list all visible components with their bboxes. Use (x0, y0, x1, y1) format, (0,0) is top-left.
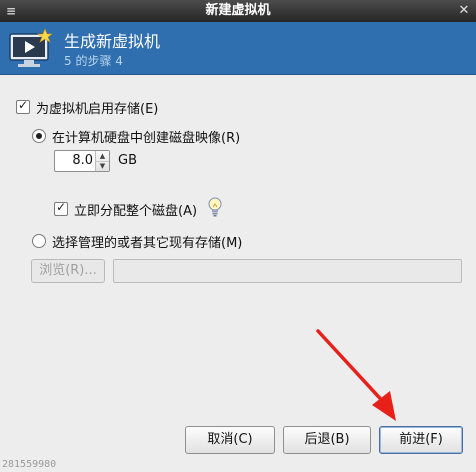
forward-button[interactable]: 前进(F) (379, 426, 463, 454)
wizard-header: 生成新虚拟机 5 的步骤 4 (0, 22, 476, 75)
wizard-step: 5 的步骤 4 (64, 54, 123, 68)
wizard-title: 生成新虚拟机 (64, 32, 161, 51)
create-disk-label: 在计算机硬盘中创建磁盘映像(R) (52, 131, 241, 146)
storage-path-input[interactable] (113, 259, 462, 283)
disk-size-value: 8.0 (72, 153, 93, 168)
close-icon[interactable]: ✕ (456, 3, 472, 19)
window-menu-icon[interactable]: ≡ (4, 4, 18, 18)
watermark: 281559980 (2, 459, 57, 470)
new-vm-dialog: ≡ 新建虚拟机 ✕ 生成新虚拟机 5 的步骤 4 为虚拟机启用存储(E) 在计算… (0, 0, 476, 472)
monitor-play-icon (9, 28, 52, 67)
create-disk-radio[interactable] (32, 129, 46, 143)
existing-storage-label: 选择管理的或者其它现有存储(M) (52, 236, 243, 251)
window-title: 新建虚拟机 (205, 3, 271, 18)
back-button[interactable]: 后退(B) (283, 426, 371, 454)
allocate-disk-checkbox[interactable] (54, 200, 68, 216)
disk-size-unit: GB (118, 153, 137, 168)
browse-button[interactable]: 浏览(R)... (31, 259, 105, 283)
lightbulb-hint-icon (208, 197, 222, 217)
existing-storage-radio[interactable] (32, 234, 46, 248)
allocate-disk-label: 立即分配整个磁盘(A) (74, 204, 198, 219)
cancel-button[interactable]: 取消(C) (185, 426, 275, 454)
enable-storage-label: 为虚拟机启用存储(E) (36, 102, 159, 117)
enable-storage-checkbox[interactable] (16, 98, 30, 114)
red-arrow-annotation (316, 329, 396, 421)
disk-size-stepper[interactable]: 8.0 ▲ ▼ (54, 150, 110, 172)
title-bar: ≡ 新建虚拟机 ✕ (0, 0, 476, 22)
spin-buttons: ▲ ▼ (95, 151, 109, 171)
spin-down-icon[interactable]: ▼ (96, 161, 109, 171)
